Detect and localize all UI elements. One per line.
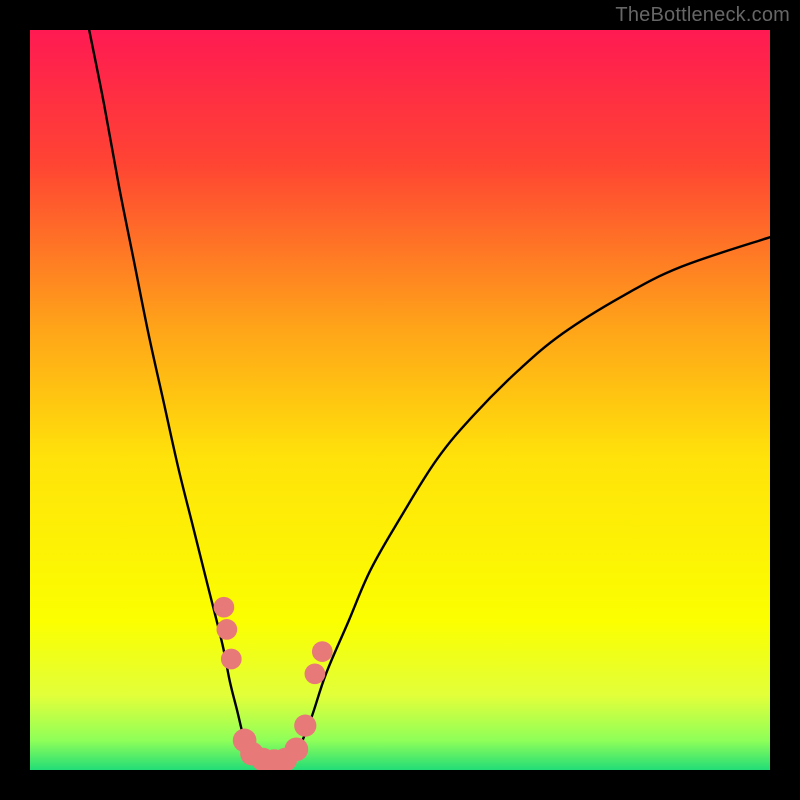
- data-marker: [305, 663, 326, 684]
- watermark-text: TheBottleneck.com: [615, 4, 790, 27]
- data-marker: [214, 597, 235, 618]
- chart-frame: TheBottleneck.com: [0, 0, 800, 800]
- data-marker: [294, 715, 316, 737]
- data-marker: [285, 737, 309, 761]
- data-marker: [216, 619, 237, 640]
- plot-svg: [30, 30, 770, 770]
- plot-area: [30, 30, 770, 770]
- gradient-background: [30, 30, 770, 770]
- data-marker: [221, 649, 242, 670]
- data-marker: [312, 641, 333, 662]
